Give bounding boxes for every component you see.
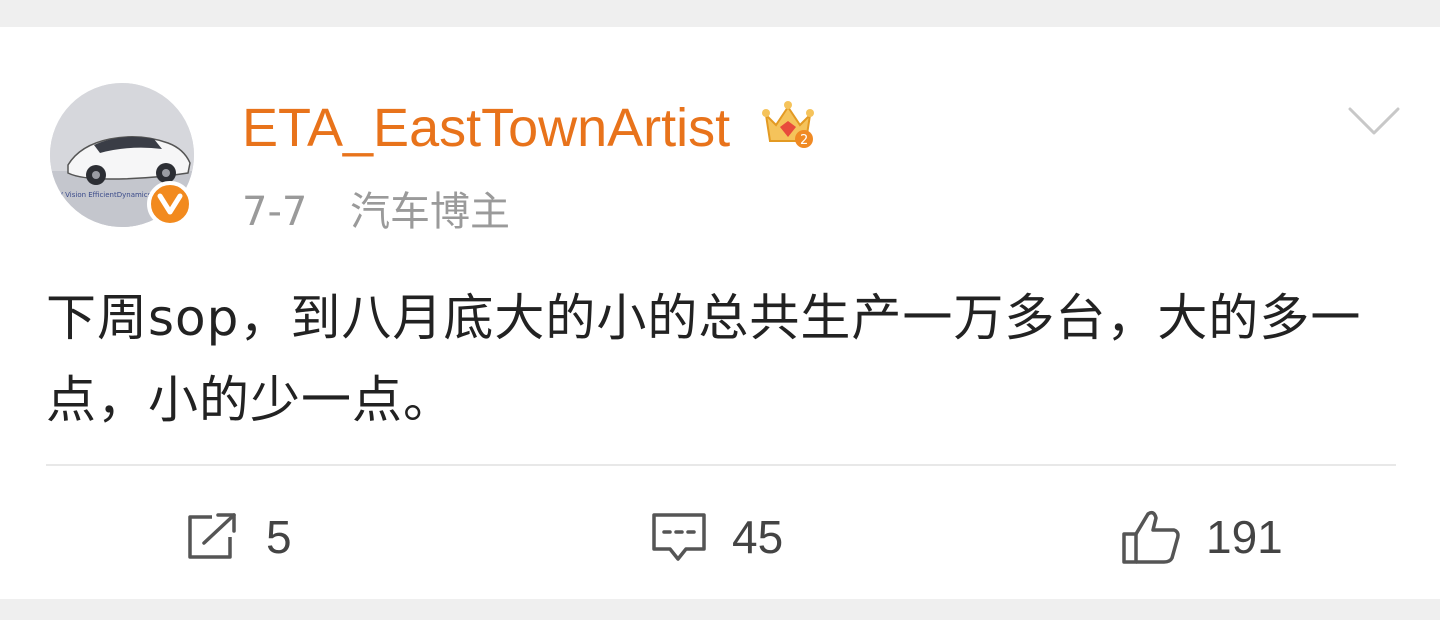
repost-icon — [188, 513, 236, 559]
repost-button[interactable]: 5 — [184, 505, 292, 569]
username-link[interactable]: ETA_EastTownArtist — [242, 93, 730, 163]
chevron-down-icon[interactable] — [1346, 103, 1402, 139]
avatar-caption: W Vision EfficientDynamics — [56, 191, 152, 199]
repost-count: 5 — [266, 511, 292, 563]
svg-text:2: 2 — [800, 133, 808, 148]
post-date: 7-7 — [242, 189, 308, 235]
comment-icon — [652, 513, 706, 561]
comment-count: 45 — [732, 511, 784, 563]
verified-v-icon — [147, 181, 193, 227]
like-button[interactable]: 191 — [1120, 505, 1283, 569]
post-text: 下周sop，到八月底大的小的总共生产一万多台，大的多一点，小的少一点。 — [46, 289, 1362, 429]
post-meta: 7-7 汽车博主 — [242, 187, 510, 237]
author-tag: 汽车博主 — [350, 189, 511, 235]
crown-level-icon[interactable]: 2 — [760, 97, 816, 153]
like-icon — [1122, 510, 1180, 564]
divider — [46, 464, 1396, 466]
comment-button[interactable]: 45 — [650, 505, 783, 569]
like-count: 191 — [1206, 511, 1283, 563]
weibo-post-card: W Vision EfficientDynamics ETA_EastTownA… — [0, 27, 1440, 599]
